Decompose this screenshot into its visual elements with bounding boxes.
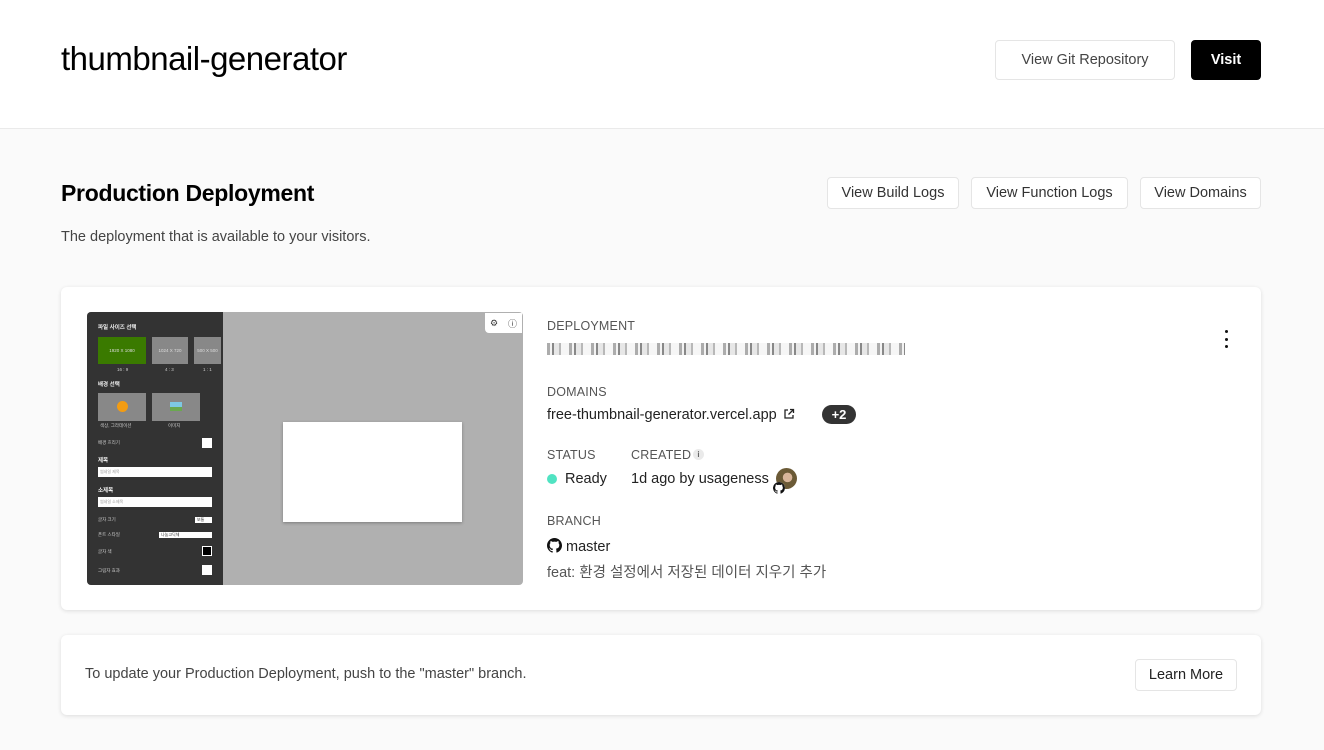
project-title: thumbnail-generator: [61, 40, 347, 77]
preview-bg-color-option: [98, 393, 146, 421]
deployment-label: DEPLOYMENT: [547, 319, 636, 333]
view-git-repository-button[interactable]: View Git Repository: [995, 40, 1175, 80]
view-domains-button[interactable]: View Domains: [1140, 177, 1261, 209]
preview-font-style-select: 나눔고딕체: [159, 532, 212, 538]
more-domains-badge[interactable]: +2: [822, 405, 856, 424]
preview-title-label: 제목: [98, 458, 109, 464]
domains-label: DOMAINS: [547, 385, 607, 399]
preview-bg-option-label: 색상, 그라데이션: [100, 423, 132, 428]
top-bar: thumbnail-generator View Git Repository …: [0, 0, 1324, 129]
preview-size-option: 500 X 500: [194, 337, 221, 364]
preview-toolbar: ⚙ ⓘ: [485, 313, 522, 333]
preview-font-size-label: 글자 크기: [98, 517, 116, 522]
commit-message[interactable]: feat: 환경 설정에서 저장된 데이터 지우기 추가: [547, 561, 826, 582]
preview-checkbox: [202, 565, 212, 575]
status-label: STATUS: [547, 448, 596, 462]
commit-prefix: feat:: [547, 565, 576, 581]
preview-font-size-select: 보통: [195, 517, 212, 523]
status-value: Ready: [565, 471, 607, 487]
branch-value[interactable]: master: [547, 538, 610, 555]
deployment-preview[interactable]: 파일 사이즈 선택 1920 X 1080 1024 X 720 500 X 5…: [87, 312, 523, 585]
preview-file-size-title: 파일 사이즈 선택: [98, 325, 137, 331]
deployment-url-redacted[interactable]: [547, 343, 905, 355]
external-link-icon: [784, 408, 794, 419]
preview-subtitle-input: 썸네일 소제목: [98, 497, 212, 507]
info-icon[interactable]: i: [693, 449, 704, 460]
created-value: 1d ago by usageness: [631, 471, 769, 487]
deployment-card: 파일 사이즈 선택 1920 X 1080 1024 X 720 500 X 5…: [61, 287, 1261, 610]
domain-link[interactable]: free-thumbnail-generator.vercel.app: [547, 407, 795, 423]
view-build-logs-button[interactable]: View Build Logs: [827, 177, 959, 209]
branch-name: master: [566, 539, 611, 555]
palette-icon: [117, 401, 128, 412]
preview-size-option: 1024 X 720: [152, 337, 188, 364]
preview-text-color-label: 글자 색: [98, 549, 112, 554]
gear-icon: ⚙: [489, 317, 499, 328]
visit-button[interactable]: Visit: [1191, 40, 1261, 80]
preview-size-ratio: 1 : 1: [203, 367, 212, 372]
preview-bg-blur-label: 배경 흐리기: [98, 440, 120, 445]
dot-icon: [1224, 337, 1228, 341]
preview-size-ratio: 4 : 3: [165, 367, 174, 372]
github-icon: [547, 538, 562, 553]
preview-subtitle-label: 소제목: [98, 488, 114, 494]
preview-size-option: 1920 X 1080: [98, 337, 146, 364]
github-icon: [773, 482, 785, 494]
view-function-logs-button[interactable]: View Function Logs: [971, 177, 1128, 209]
preview-title-input: 썸네일 제목: [98, 467, 212, 477]
update-notice-text: To update your Production Deployment, pu…: [85, 666, 527, 682]
preview-shadow-label: 그림자 효과: [98, 568, 120, 573]
production-deployment-title: Production Deployment: [61, 180, 315, 206]
image-icon: [170, 402, 182, 411]
preview-bg-image-option: [152, 393, 200, 421]
status-dot-icon: [547, 474, 557, 484]
preview-color-swatch: [202, 546, 212, 556]
preview-background-title: 배경 선택: [98, 382, 120, 388]
learn-more-button[interactable]: Learn More: [1135, 659, 1237, 691]
preview-font-style-label: 폰트 스타일: [98, 532, 120, 537]
preview-sidebar: 파일 사이즈 선택 1920 X 1080 1024 X 720 500 X 5…: [87, 312, 223, 585]
preview-thumbnail-canvas: [283, 422, 462, 522]
created-label: CREATED: [631, 448, 692, 462]
dot-icon: [1224, 345, 1228, 348]
branch-label: BRANCH: [547, 514, 601, 528]
preview-checkbox: [202, 438, 212, 448]
update-notice: To update your Production Deployment, pu…: [61, 635, 1261, 715]
dot-icon: [1224, 330, 1228, 333]
info-icon: ⓘ: [508, 318, 518, 329]
preview-size-ratio: 16 : 9: [117, 367, 129, 372]
more-options-button[interactable]: [1219, 330, 1233, 348]
commit-text: 환경 설정에서 저장된 데이터 지우기 추가: [579, 565, 827, 581]
preview-bg-option-label: 이미지: [168, 423, 181, 428]
domain-text: free-thumbnail-generator.vercel.app: [547, 407, 777, 423]
production-deployment-description: The deployment that is available to your…: [61, 229, 371, 245]
